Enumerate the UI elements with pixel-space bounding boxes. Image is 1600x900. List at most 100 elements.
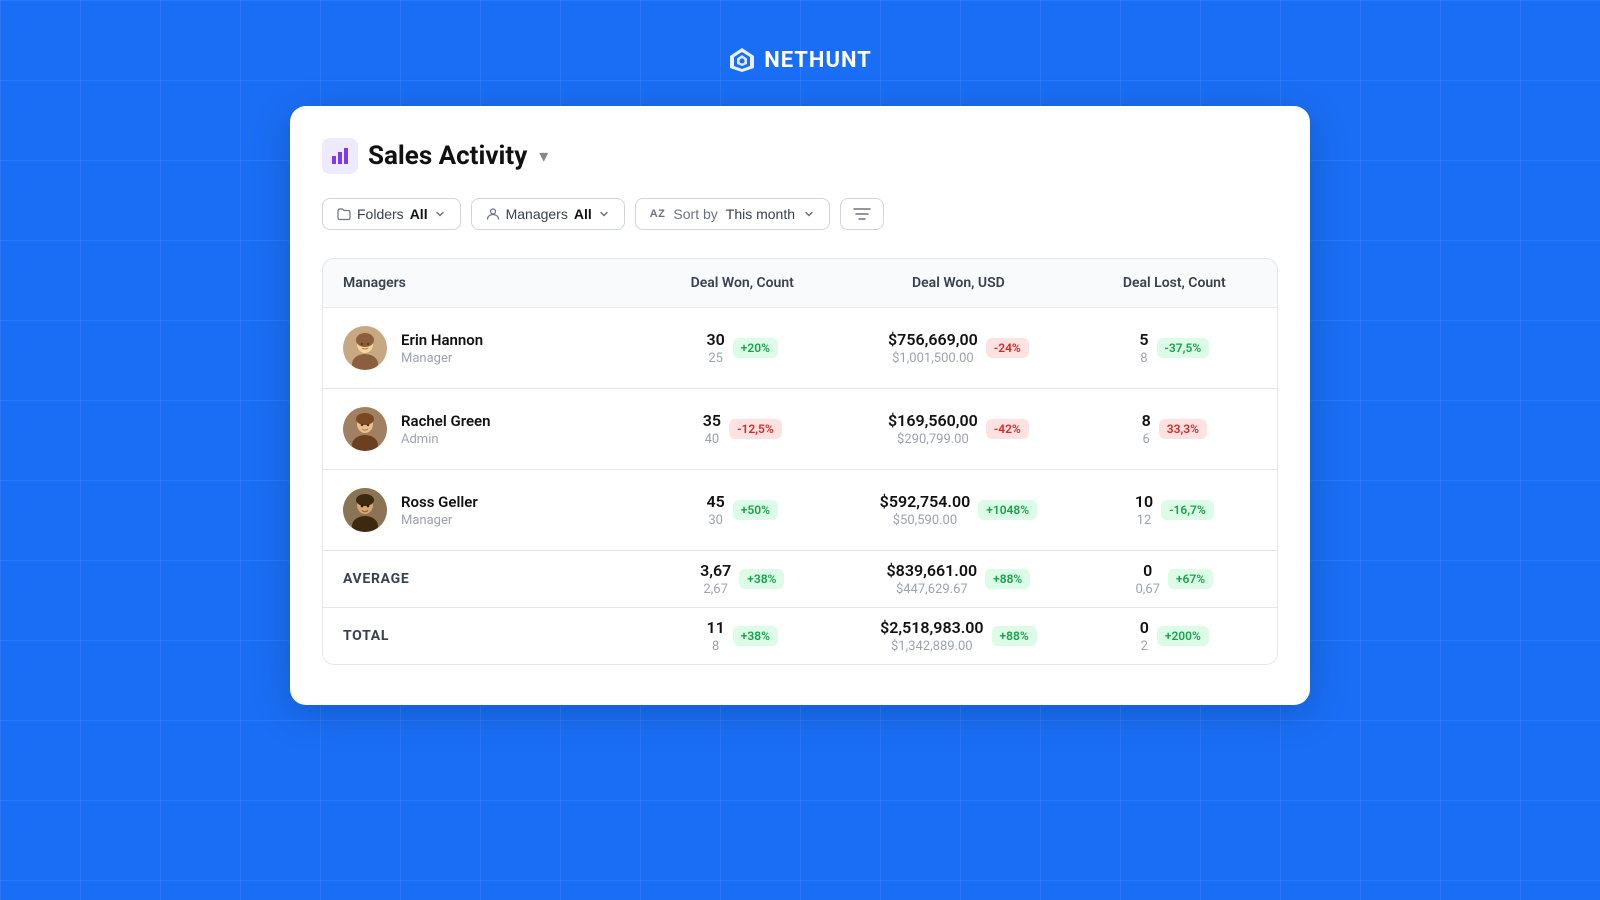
table-row: Rachel Green Admin 35 40 -12,5% <box>323 389 1277 470</box>
logo-text: NetHunt <box>764 48 872 73</box>
avg-lost-count-current: 0 <box>1143 561 1152 580</box>
erin-won-usd-prev: $1,001,500.00 <box>892 351 974 366</box>
person-icon <box>486 207 500 221</box>
ross-won-count-current: 45 <box>707 492 725 511</box>
rachel-won-usd-prev: $290,799.00 <box>897 432 969 447</box>
total-won-count-prev: 8 <box>712 639 719 654</box>
managers-label: Managers <box>506 206 568 222</box>
filter-lines-button[interactable] <box>840 198 884 230</box>
avg-won-usd-badge: +88% <box>985 569 1030 589</box>
rachel-won-count-current: 35 <box>703 411 721 430</box>
total-won-count-badge: +38% <box>733 626 778 646</box>
deal-won-usd-erin: $756,669,00 $1,001,500.00 -24% <box>845 308 1071 389</box>
ross-lost-count-badge: -16,7% <box>1161 500 1214 520</box>
ross-lost-count-prev: 12 <box>1137 513 1152 528</box>
rachel-won-count-badge: -12,5% <box>729 419 782 439</box>
avg-won-count-current: 3,67 <box>700 561 731 580</box>
avg-won-count-prev: 2,67 <box>703 582 727 597</box>
rachel-won-count-prev: 40 <box>705 432 720 447</box>
rachel-lost-count-prev: 6 <box>1143 432 1150 447</box>
total-won-count-current: 11 <box>707 618 725 637</box>
avg-won-count-badge: +38% <box>739 569 784 589</box>
sort-value: This month <box>726 206 795 222</box>
manager-info-rachel: Rachel Green Admin <box>401 412 490 447</box>
col-deal-won-count: Deal Won, Count <box>639 259 845 308</box>
manager-cell-rachel: Rachel Green Admin <box>323 389 639 470</box>
manager-name-ross: Ross Geller <box>401 493 478 511</box>
avatar-erin <box>343 326 387 370</box>
manager-info-erin: Erin Hannon Manager <box>401 331 483 366</box>
deal-lost-count-ross: 10 12 -16,7% <box>1072 470 1277 551</box>
avg-won-usd-prev: $447,629.67 <box>896 582 968 597</box>
deal-won-count-ross: 45 30 +50% <box>639 470 845 551</box>
avg-lost-count-badge: +67% <box>1168 569 1213 589</box>
avatar-erin-img <box>343 326 387 370</box>
erin-won-usd-badge: -24% <box>986 338 1029 358</box>
erin-lost-count-badge: -37,5% <box>1157 338 1210 358</box>
folders-value: All <box>410 206 428 222</box>
deal-lost-count-erin: 5 8 -37,5% <box>1072 308 1277 389</box>
manager-role-erin: Manager <box>401 351 483 366</box>
table-row: Erin Hannon Manager 30 25 +20% <box>323 308 1277 389</box>
deal-won-usd-ross: $592,754.00 $50,590.00 +1048% <box>845 470 1071 551</box>
average-row: AVERAGE 3,67 2,67 +38% $839,661.00 <box>323 551 1277 608</box>
filter-lines-icon <box>853 206 871 222</box>
table-row: Ross Geller Manager 45 30 +50% <box>323 470 1277 551</box>
erin-lost-count-current: 5 <box>1139 330 1148 349</box>
managers-chevron-icon <box>598 208 610 220</box>
manager-cell-erin: Erin Hannon Manager <box>323 308 639 389</box>
folders-filter-button[interactable]: Folders All <box>322 198 461 230</box>
total-lost-count-prev: 2 <box>1141 639 1148 654</box>
sort-chevron-icon <box>803 208 815 220</box>
folders-chevron-icon <box>434 208 446 220</box>
ross-won-count-badge: +50% <box>733 500 778 520</box>
chart-icon <box>330 146 350 166</box>
col-deal-won-usd: Deal Won, USD <box>845 259 1071 308</box>
avg-lost-count-prev: 0,67 <box>1135 582 1159 597</box>
managers-value: All <box>574 206 592 222</box>
average-lost-count: 0 0,67 +67% <box>1072 551 1277 608</box>
folders-label: Folders <box>357 206 404 222</box>
rachel-lost-count-current: 8 <box>1142 411 1151 430</box>
rachel-won-usd-current: $169,560,00 <box>888 411 978 430</box>
deal-won-count-erin: 30 25 +20% <box>639 308 845 389</box>
average-won-usd: $839,661.00 $447,629.67 +88% <box>845 551 1071 608</box>
ross-lost-count-current: 10 <box>1135 492 1153 511</box>
deal-won-count-rachel: 35 40 -12,5% <box>639 389 845 470</box>
ross-won-count-prev: 30 <box>708 513 723 528</box>
total-label: TOTAL <box>323 608 639 664</box>
erin-won-count-badge: +20% <box>733 338 778 358</box>
avg-won-usd-current: $839,661.00 <box>887 561 978 580</box>
main-card: Sales Activity ▾ Folders All Managers Al… <box>290 106 1310 705</box>
sort-filter-button[interactable]: AZ Sort by This month <box>635 198 830 230</box>
avatar-rachel <box>343 407 387 451</box>
average-label-cell: AVERAGE <box>323 551 639 608</box>
total-won-usd: $2,518,983.00 $1,342,889.00 +88% <box>845 608 1071 664</box>
total-label-cell: TOTAL <box>323 608 639 664</box>
manager-name-erin: Erin Hannon <box>401 331 483 349</box>
rachel-lost-count-badge: 33,3% <box>1159 419 1207 439</box>
total-won-usd-current: $2,518,983.00 <box>880 618 983 637</box>
data-table: Managers Deal Won, Count Deal Won, USD D… <box>322 258 1278 665</box>
chart-icon-box <box>322 138 358 174</box>
filters-row: Folders All Managers All AZ Sort by This… <box>322 198 1278 230</box>
avatar-rachel-img <box>343 407 387 451</box>
erin-won-usd-current: $756,669,00 <box>888 330 978 349</box>
deal-lost-count-rachel: 8 6 33,3% <box>1072 389 1277 470</box>
average-won-count: 3,67 2,67 +38% <box>639 551 845 608</box>
total-row: TOTAL 11 8 +38% $2,518,983.00 <box>323 608 1277 664</box>
erin-won-count-current: 30 <box>707 330 725 349</box>
folder-icon <box>337 207 351 221</box>
total-won-usd-prev: $1,342,889.00 <box>891 639 973 654</box>
col-deal-lost-count: Deal Lost, Count <box>1072 259 1277 308</box>
managers-filter-button[interactable]: Managers All <box>471 198 625 230</box>
col-managers: Managers <box>323 259 639 308</box>
az-icon: AZ <box>650 208 666 220</box>
manager-info-ross: Ross Geller Manager <box>401 493 478 528</box>
logo: NetHunt <box>728 46 872 74</box>
manager-role-rachel: Admin <box>401 432 490 447</box>
title-chevron-icon[interactable]: ▾ <box>539 146 548 167</box>
nethunt-logo-icon <box>728 46 756 74</box>
deal-won-usd-rachel: $169,560,00 $290,799.00 -42% <box>845 389 1071 470</box>
card-header: Sales Activity ▾ <box>322 138 1278 174</box>
